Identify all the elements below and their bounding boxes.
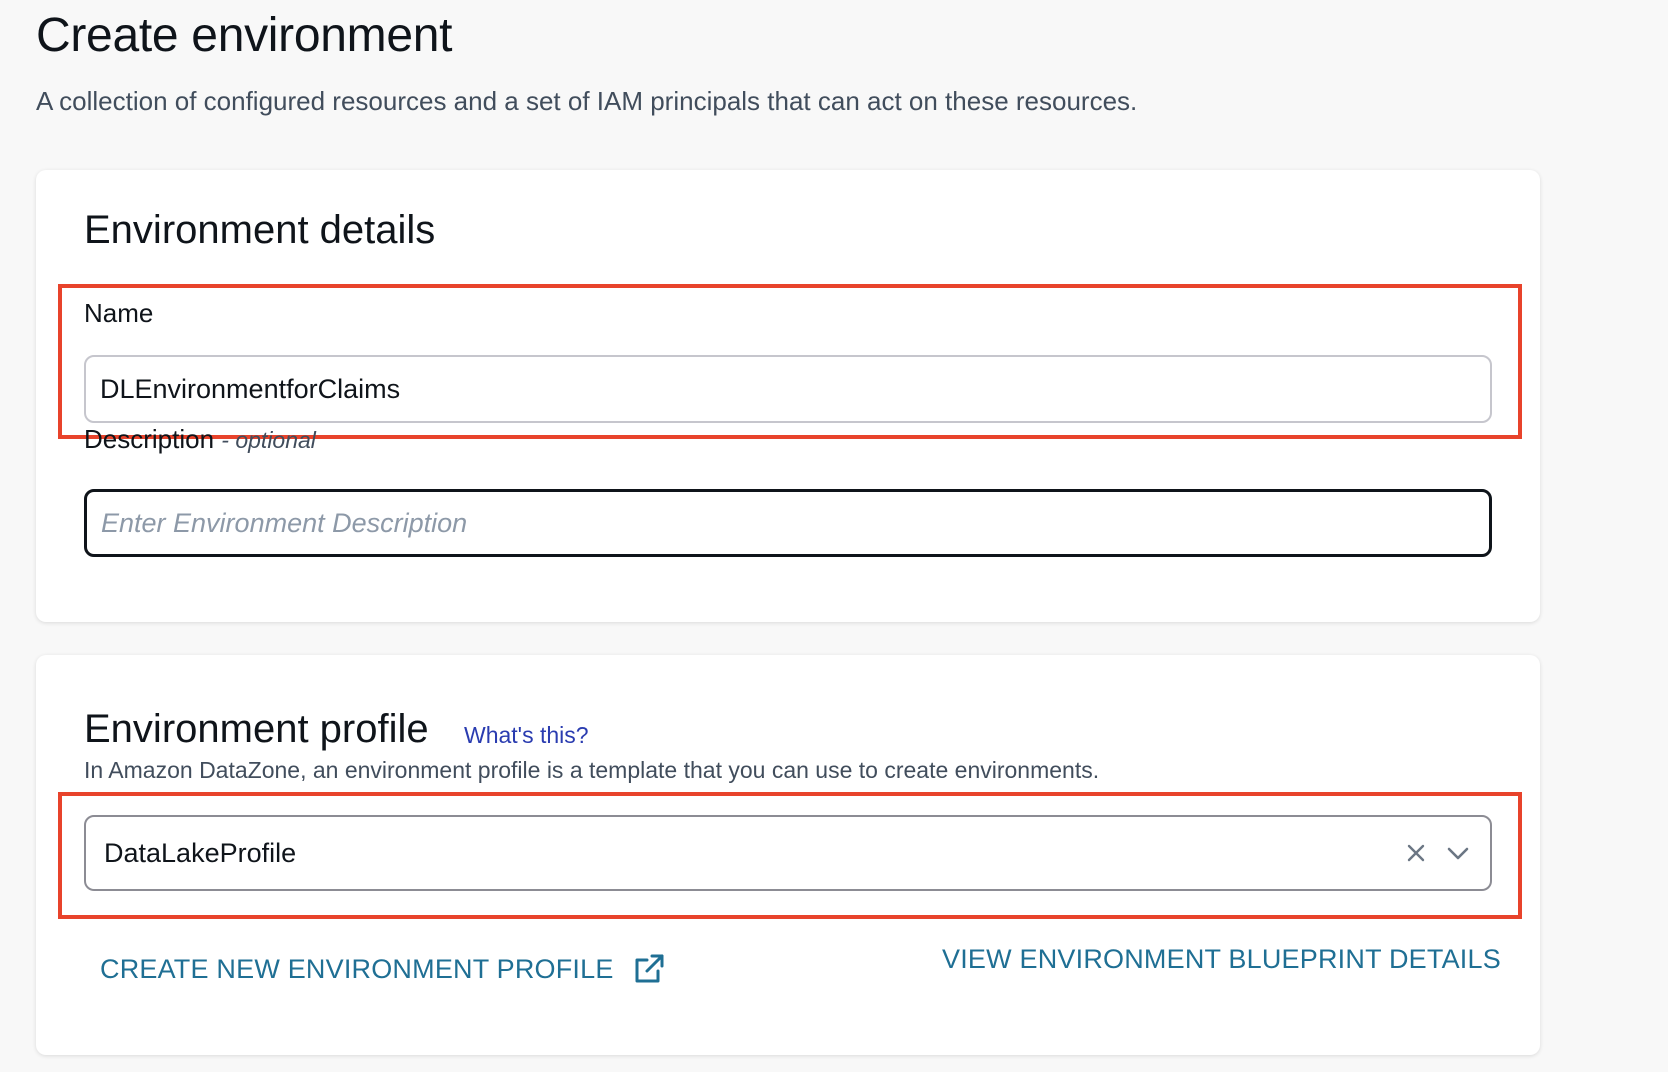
environment-profile-select[interactable]: DataLakeProfile: [84, 815, 1492, 891]
name-label: Name: [84, 298, 154, 328]
description-label-text: Description: [84, 424, 215, 454]
environment-details-heading: Environment details: [84, 208, 436, 252]
description-input[interactable]: [84, 489, 1492, 557]
external-link-icon: [632, 952, 666, 986]
create-new-environment-profile-link[interactable]: CREATE NEW ENVIRONMENT PROFILE: [100, 952, 666, 986]
environment-profile-selected-value: DataLakeProfile: [104, 837, 297, 868]
whats-this-link[interactable]: What's this?: [464, 722, 589, 749]
environment-profile-card: Environment profile What's this? In Amaz…: [36, 655, 1540, 1055]
name-input[interactable]: [84, 355, 1492, 423]
environment-details-card: Environment details Name Description - o…: [36, 170, 1540, 622]
description-optional-text: - optional: [221, 427, 316, 453]
create-new-environment-profile-label: CREATE NEW ENVIRONMENT PROFILE: [100, 953, 614, 984]
environment-profile-description: In Amazon DataZone, an environment profi…: [84, 757, 1100, 783]
page-subtitle: A collection of configured resources and…: [36, 86, 1138, 116]
environment-profile-heading: Environment profile: [84, 707, 429, 751]
close-icon[interactable]: [1402, 839, 1430, 867]
description-label: Description - optional: [84, 424, 316, 455]
view-environment-blueprint-details-link[interactable]: VIEW ENVIRONMENT BLUEPRINT DETAILS: [942, 944, 1501, 975]
chevron-down-icon[interactable]: [1444, 839, 1472, 867]
page-title: Create environment: [36, 9, 453, 62]
